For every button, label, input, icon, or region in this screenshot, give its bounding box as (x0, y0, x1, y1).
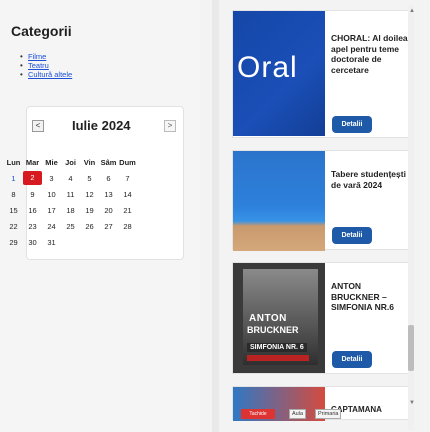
column-divider (212, 0, 219, 432)
event-title[interactable]: CHORAL: Al doilea apel pentru teme docto… (331, 33, 411, 75)
calendar-day[interactable]: 27 (99, 222, 118, 231)
calendar-day[interactable]: 14 (118, 190, 137, 199)
calendar-day[interactable]: 11 (61, 190, 80, 199)
scroll-up-arrow-icon[interactable]: ▲ (409, 8, 415, 14)
event-title[interactable]: Tabere studențești de vară 2024 (331, 169, 411, 190)
category-item[interactable]: Cultură altele (20, 70, 72, 79)
calendar-month-label: Iulie 2024 (72, 118, 131, 133)
calendar-day[interactable]: 4 (61, 174, 80, 183)
calendar-week: 15 16 17 18 19 20 21 (4, 202, 137, 218)
categories-list: Filme Teatru Cultură altele (20, 52, 72, 79)
calendar-day[interactable]: 17 (42, 206, 61, 215)
calendar-week: 8 9 10 11 12 13 14 (4, 186, 137, 202)
poster-text: ANTON (249, 313, 287, 324)
category-item[interactable]: Filme (20, 52, 72, 61)
scrollbar-thumb[interactable] (408, 325, 414, 371)
calendar-day[interactable]: 21 (118, 206, 137, 215)
event-card[interactable]: Tabere studențești de vară 2024 Detalii (232, 150, 412, 251)
event-card[interactable]: ANTON BRUCKNER SIMFONIA NR. 6 ANTON BRUC… (232, 262, 412, 374)
calendar-day[interactable]: 1 (4, 174, 23, 183)
calendar-day[interactable]: 13 (99, 190, 118, 199)
calendar-day[interactable]: 15 (4, 206, 23, 215)
weekday-label: Sâm (100, 157, 117, 167)
calendar-prev-button[interactable]: < (32, 120, 44, 132)
calendar-day[interactable]: 22 (4, 222, 23, 231)
calendar-day[interactable]: 19 (80, 206, 99, 215)
calendar-day[interactable]: 20 (99, 206, 118, 215)
event-image[interactable]: Tachide (233, 387, 325, 421)
category-item[interactable]: Teatru (20, 61, 72, 70)
weekday-label: Lun (6, 157, 21, 167)
calendar-day[interactable]: 24 (42, 222, 61, 231)
calendar-grid: Lun Mar Mie Joi Vin Sâm Dum 1 2 3 4 5 6 … (4, 154, 137, 250)
calendar-day[interactable]: 28 (118, 222, 137, 231)
events-column: Oral CHORAL: Al doilea apel pentru teme … (222, 0, 430, 432)
event-image[interactable] (233, 151, 325, 251)
calendar-day[interactable]: 18 (61, 206, 80, 215)
event-tag: Aula (289, 409, 307, 419)
event-tag: Tachide (241, 409, 275, 419)
calendar-day[interactable]: 16 (23, 206, 42, 215)
calendar-day[interactable]: 7 (118, 174, 137, 183)
calendar-week: 29 30 31 (4, 234, 137, 250)
calendar-day[interactable]: 30 (23, 238, 42, 247)
scroll-down-arrow-icon[interactable]: ▼ (409, 400, 415, 406)
calendar-day[interactable]: 8 (4, 190, 23, 199)
category-link-cultura[interactable]: Cultură altele (28, 70, 72, 79)
calendar-day[interactable]: 9 (23, 190, 42, 199)
calendar-day[interactable]: 23 (23, 222, 42, 231)
calendar-weekday-row: Lun Mar Mie Joi Vin Sâm Dum (4, 154, 137, 170)
category-link-teatru[interactable]: Teatru (28, 61, 49, 70)
calendar-day[interactable]: 10 (42, 190, 61, 199)
calendar-day[interactable]: 29 (4, 238, 23, 247)
calendar-day[interactable]: 6 (99, 174, 118, 183)
event-card[interactable]: Oral CHORAL: Al doilea apel pentru teme … (232, 10, 412, 138)
calendar-week: 22 23 24 25 26 27 28 (4, 218, 137, 234)
event-card[interactable]: Tachide CAPTAMANA Aula Primaria (232, 386, 412, 421)
calendar-header: < Iulie 2024 > (27, 107, 185, 145)
calendar-day[interactable]: 31 (42, 238, 61, 247)
weekday-label: Mar (25, 157, 40, 167)
calendar-day[interactable]: 26 (80, 222, 99, 231)
category-link-filme[interactable]: Filme (28, 52, 46, 61)
calendar-day[interactable]: 12 (80, 190, 99, 199)
poster-band (247, 355, 309, 361)
left-sidebar: Categorii Filme Teatru Cultură altele < … (0, 0, 200, 432)
event-title[interactable]: ANTON BRUCKNER – SIMFONIA NR.6 (331, 281, 411, 313)
weekday-label: Mie (45, 157, 58, 167)
event-image[interactable]: ANTON BRUCKNER SIMFONIA NR. 6 (233, 263, 325, 373)
categories-title: Categorii (11, 23, 72, 39)
details-button[interactable]: Detalii (332, 351, 372, 368)
weekday-label: Joi (65, 157, 76, 167)
details-button[interactable]: Detalii (332, 116, 372, 133)
weekday-label: Vin (83, 157, 96, 167)
details-button[interactable]: Detalii (332, 227, 372, 244)
calendar-week: 1 2 3 4 5 6 7 (4, 170, 137, 186)
calendar-next-button[interactable]: > (164, 120, 176, 132)
choral-logo-text: Oral (237, 51, 298, 84)
event-title[interactable]: CAPTAMANA (331, 405, 409, 416)
weekday-label: Dum (119, 157, 136, 167)
poster-text: BRUCKNER (247, 325, 299, 335)
calendar-day[interactable]: 5 (80, 174, 99, 183)
event-image[interactable]: Oral (233, 11, 325, 136)
calendar-day[interactable]: 25 (61, 222, 80, 231)
poster-text: SIMFONIA NR. 6 (247, 343, 307, 352)
event-tag: Primaria (315, 409, 342, 419)
calendar-day[interactable]: 3 (42, 174, 61, 183)
calendar-day-today[interactable]: 2 (23, 171, 42, 185)
